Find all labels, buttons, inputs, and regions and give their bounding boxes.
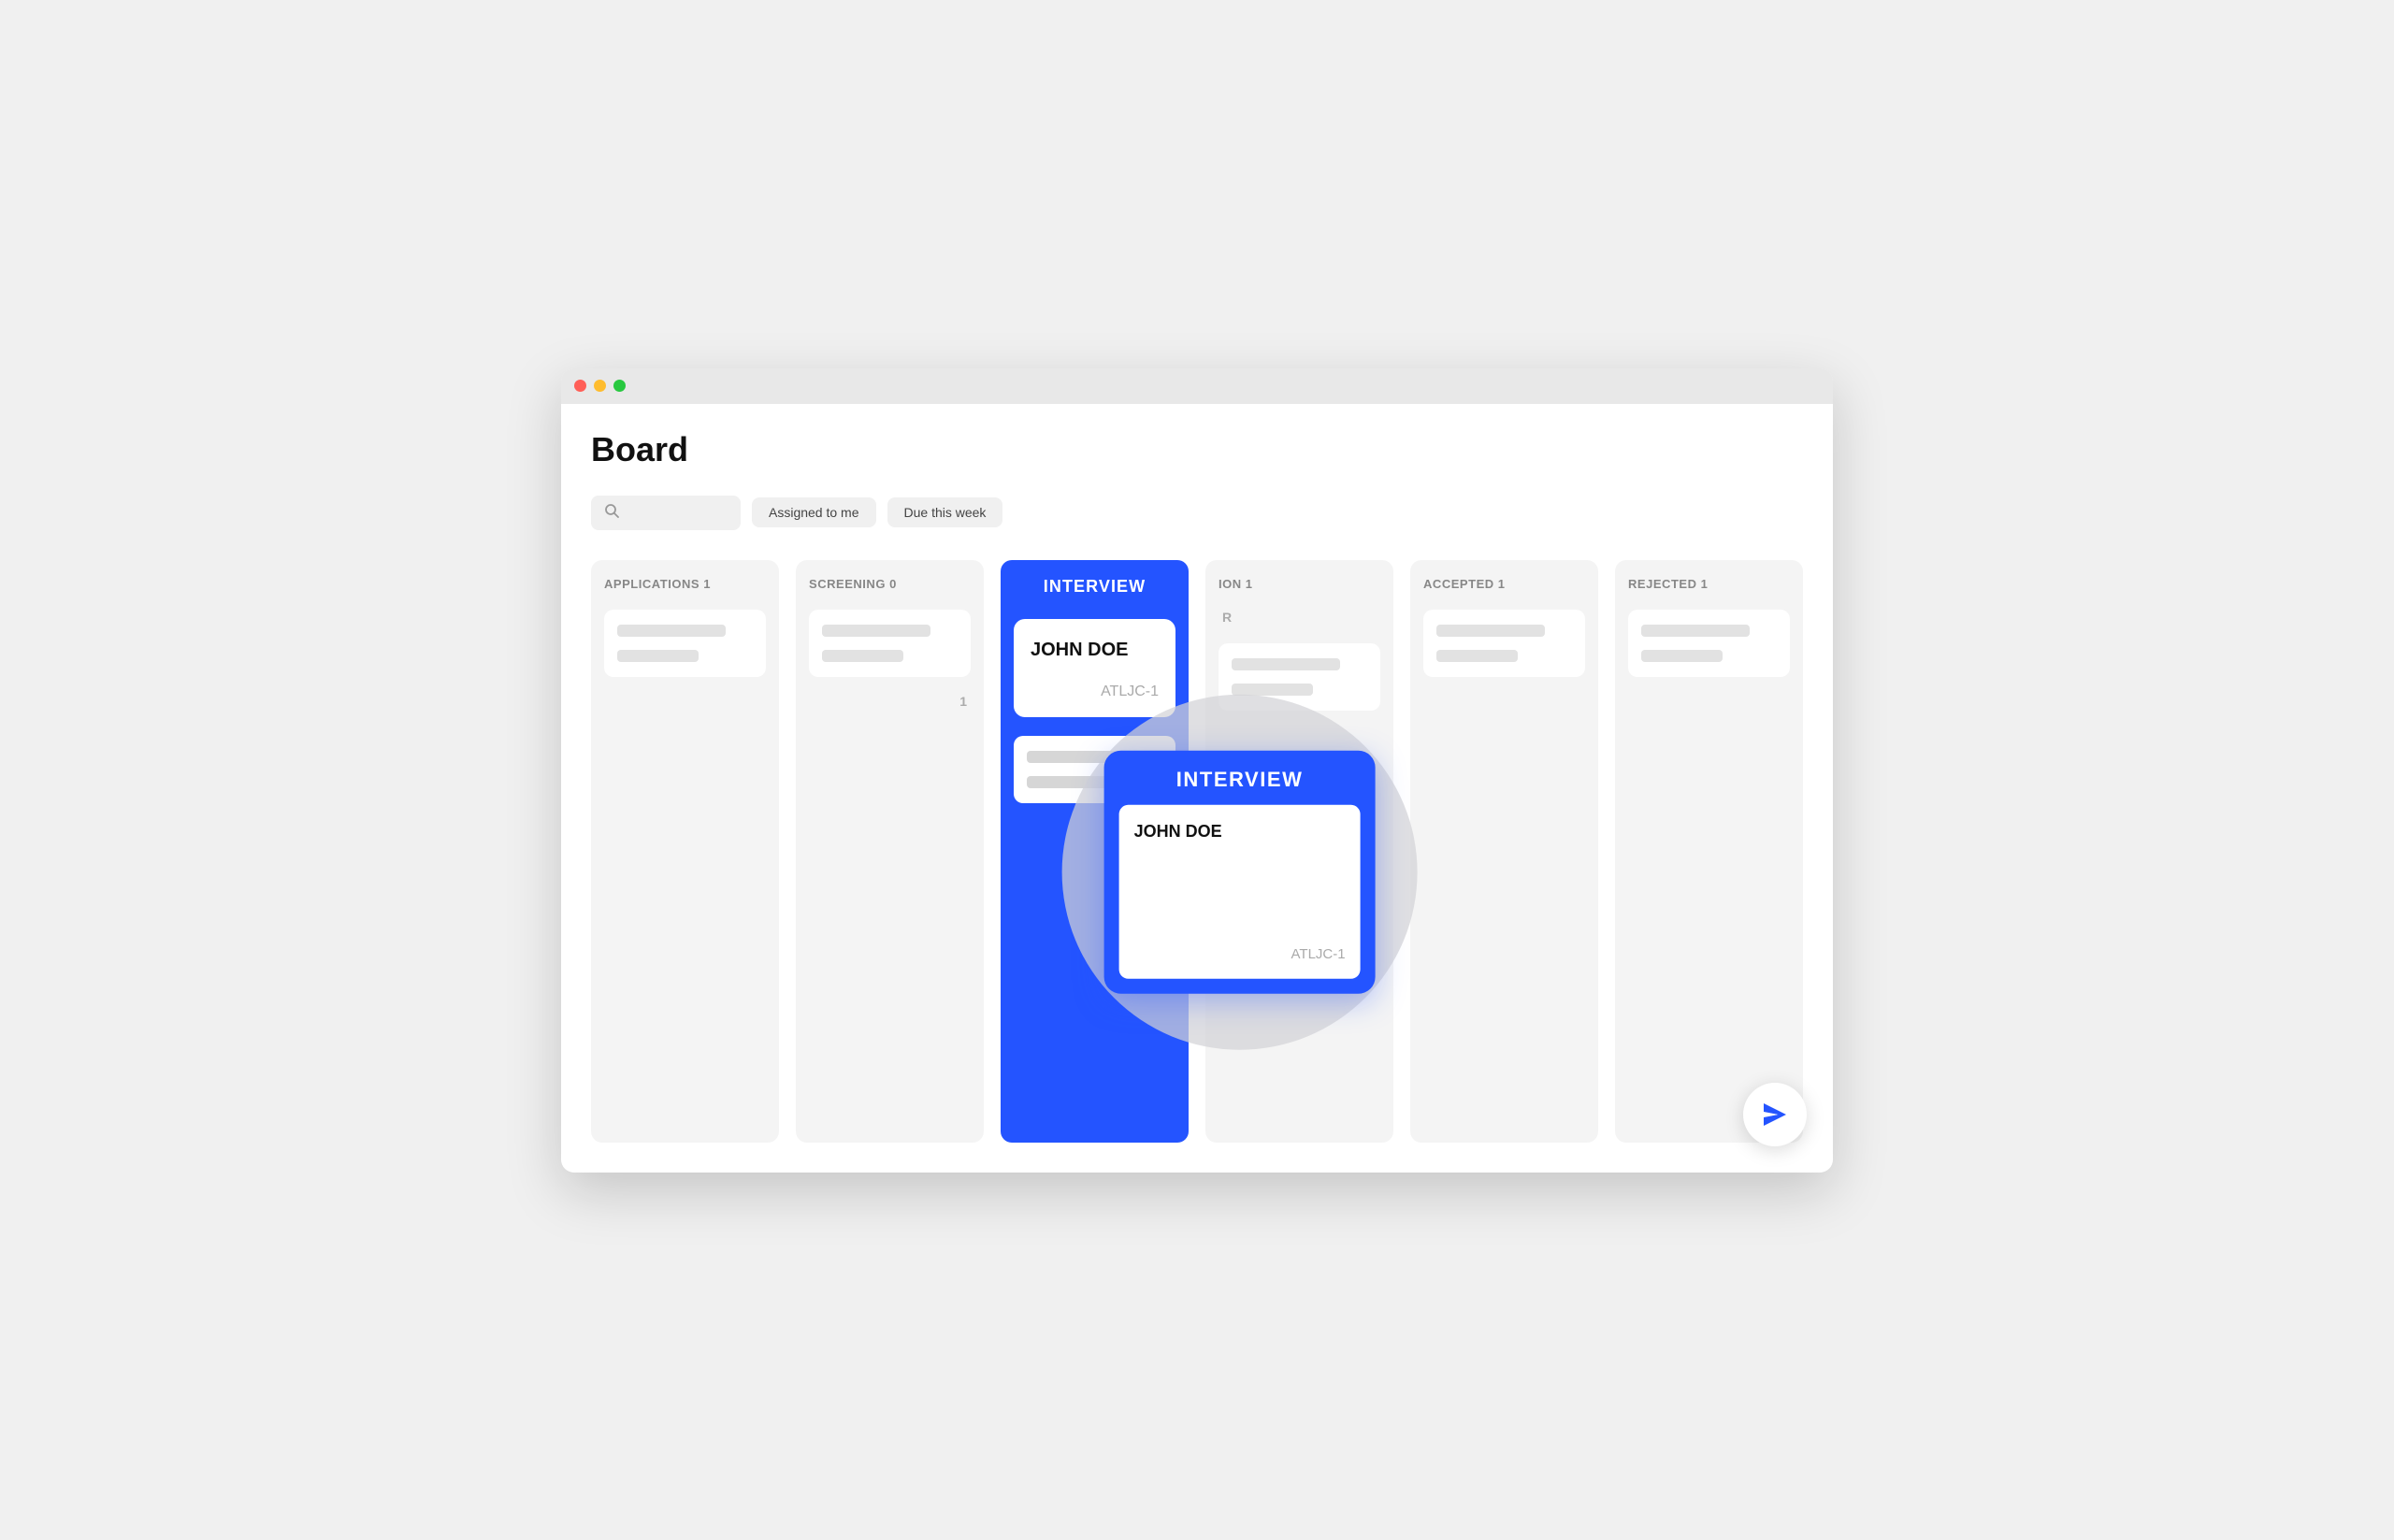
column-offer: ION 1 R <box>1205 560 1393 1143</box>
card-bar <box>1027 776 1108 788</box>
card-bar <box>1232 684 1313 696</box>
titlebar <box>561 368 1833 404</box>
column-header-rejected: REJECTED 1 <box>1628 577 1790 591</box>
screening-partial-label: 1 <box>809 690 971 709</box>
card-bar <box>1641 625 1750 637</box>
column-interview: INTERVIEW JOHN DOE ATLJC-1 <box>1001 560 1189 1143</box>
column-header-accepted: ACCEPTED 1 <box>1423 577 1585 591</box>
app-window: Board Assigned to me Due this week APPLI… <box>561 368 1833 1173</box>
page-title: Board <box>591 430 1803 469</box>
search-icon <box>604 503 619 523</box>
maximize-dot <box>613 380 626 392</box>
card-rejected-1[interactable] <box>1628 610 1790 677</box>
card-accepted-1[interactable] <box>1423 610 1585 677</box>
card-bar <box>1641 650 1723 662</box>
column-accepted: ACCEPTED 1 <box>1410 560 1598 1143</box>
column-screening: SCREENING 0 1 <box>796 560 984 1143</box>
card-applications-1[interactable] <box>604 610 766 677</box>
due-this-week-filter[interactable]: Due this week <box>887 497 1003 527</box>
card-bar <box>617 650 699 662</box>
interview-card-name: JOHN DOE <box>1031 640 1128 661</box>
card-screening-1[interactable] <box>809 610 971 677</box>
card-interview-1[interactable]: JOHN DOE ATLJC-1 <box>1014 619 1175 717</box>
toolbar: Assigned to me Due this week <box>591 496 1803 530</box>
column-rejected: REJECTED 1 <box>1615 560 1803 1143</box>
board-columns: APPLICATIONS 1 SCREENING 0 1 INTERVIEW <box>591 560 1803 1143</box>
minimize-dot <box>594 380 606 392</box>
offer-partial-label: R <box>1219 610 1380 630</box>
window-body: Board Assigned to me Due this week APPLI… <box>561 404 1833 1173</box>
card-bar <box>1436 625 1545 637</box>
column-header-applications: APPLICATIONS 1 <box>604 577 766 591</box>
card-bar <box>1232 658 1340 670</box>
fab-send-message[interactable] <box>1743 1083 1807 1146</box>
interview-card-id: ATLJC-1 <box>1101 684 1159 700</box>
card-bar <box>617 625 726 637</box>
card-offer-1[interactable] <box>1219 643 1380 711</box>
column-header-offer: ION 1 <box>1219 577 1380 591</box>
card-interview-2[interactable] <box>1014 736 1175 803</box>
column-applications: APPLICATIONS 1 <box>591 560 779 1143</box>
card-bar <box>822 625 930 637</box>
send-icon <box>1758 1098 1792 1131</box>
card-bar <box>1027 751 1135 763</box>
card-bar <box>822 650 903 662</box>
column-header-interview: INTERVIEW <box>1014 577 1175 597</box>
assigned-to-me-filter[interactable]: Assigned to me <box>752 497 876 527</box>
close-dot <box>574 380 586 392</box>
card-bar <box>1436 650 1518 662</box>
column-header-screening: SCREENING 0 <box>809 577 971 591</box>
search-box[interactable] <box>591 496 741 530</box>
